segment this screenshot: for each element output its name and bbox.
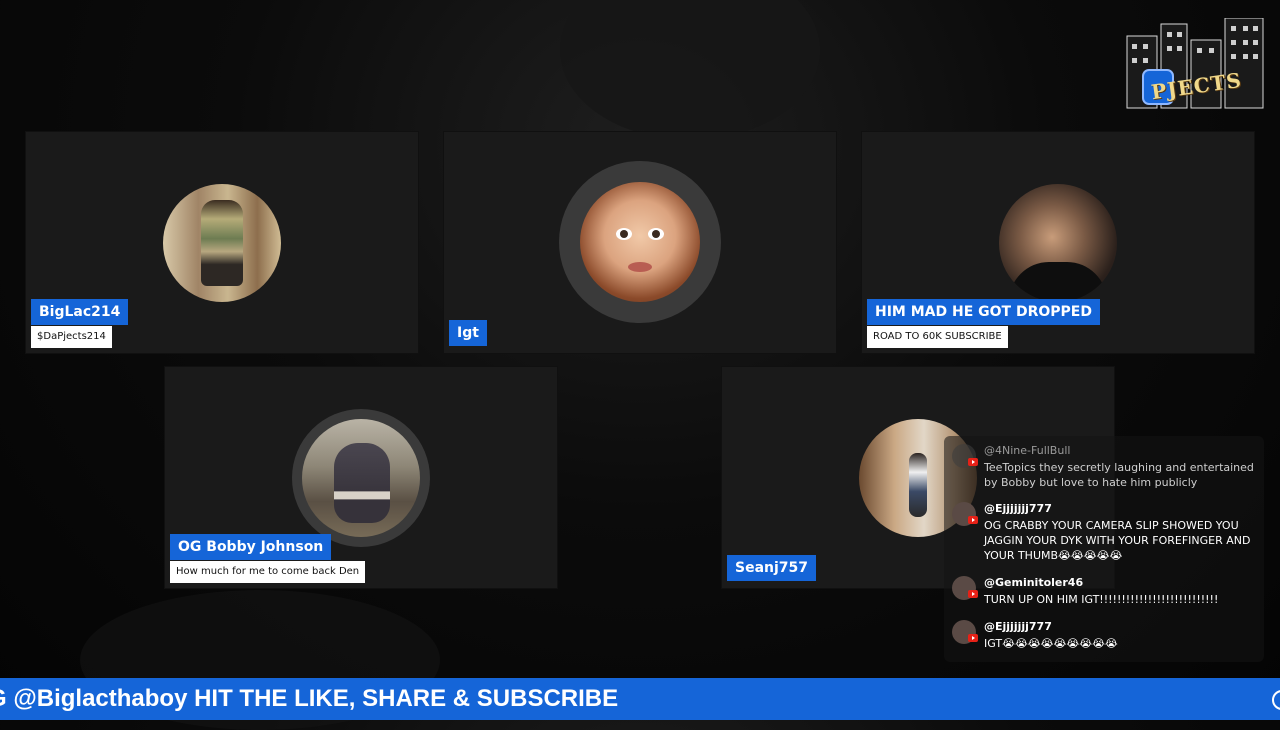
participant-name: OG Bobby Johnson <box>170 534 332 560</box>
chat-text: IGT😭😭😭😭😭😭😭😭😭 <box>984 637 1118 650</box>
avatar <box>559 161 721 323</box>
participant-tile-igt[interactable]: Igt <box>444 132 836 353</box>
participant-name: HIM MAD HE GOT DROPPED <box>867 299 1100 325</box>
youtube-icon <box>968 634 978 642</box>
chat-text: OG CRABBY YOUR CAMERA SLIP SHOWED YOU JA… <box>984 519 1251 562</box>
chat-username: @4Nine-FullBull <box>984 444 1071 457</box>
participant-subtitle: ROAD TO 60K SUBSCRIBE <box>867 326 1008 348</box>
youtube-icon <box>968 590 978 598</box>
chat-text: TeeTopics they secretly laughing and ent… <box>984 461 1254 489</box>
participant-name: Igt <box>449 320 487 346</box>
ticker-text: G @Biglacthaboy HIT THE LIKE, SHARE & SU… <box>0 685 619 712</box>
scrolling-ticker-banner: G @Biglacthaboy HIT THE LIKE, SHARE & SU… <box>0 678 1280 720</box>
participant-name: Seanj757 <box>727 555 817 581</box>
channel-logo: PJECTS <box>1125 17 1267 112</box>
chat-username: @Geminitoler46 <box>984 576 1084 589</box>
participant-name: BigLac214 <box>31 299 129 325</box>
avatar <box>292 409 430 547</box>
participant-tile-biglac214[interactable]: BigLac214 $DaPjects214 <box>26 132 418 353</box>
ticker-icon <box>1272 690 1280 710</box>
chat-text: TURN UP ON HIM IGT!!!!!!!!!!!!!!!!!!!!!!… <box>984 593 1219 606</box>
live-chat-overlay: @4Nine-FullBull TeeTopics they secretly … <box>944 436 1264 662</box>
background-shadow <box>560 0 820 140</box>
youtube-icon <box>968 458 978 466</box>
avatar <box>999 184 1117 302</box>
participant-subtitle: How much for me to come back Den <box>170 561 366 583</box>
youtube-icon <box>968 516 978 524</box>
participant-tile-og-bobby-johnson[interactable]: OG Bobby Johnson How much for me to come… <box>165 367 557 588</box>
participant-tile-him-mad[interactable]: HIM MAD HE GOT DROPPED ROAD TO 60K SUBSC… <box>862 132 1254 353</box>
avatar <box>163 184 281 302</box>
chat-username: @Ejjjjjjj777 <box>984 620 1052 633</box>
participant-subtitle: $DaPjects214 <box>31 326 112 348</box>
chat-username: @Ejjjjjjj777 <box>984 502 1052 515</box>
